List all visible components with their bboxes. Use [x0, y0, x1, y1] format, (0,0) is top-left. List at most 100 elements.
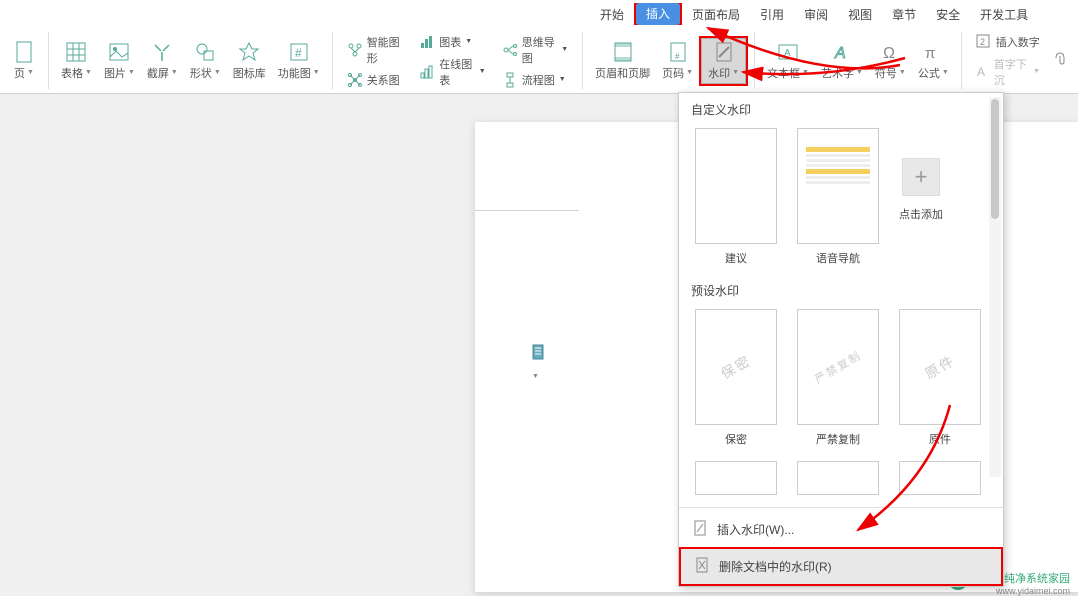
textbox-icon: A	[777, 41, 799, 63]
menu-section[interactable]: 章节	[882, 2, 926, 27]
symbol-button[interactable]: Ω 符号▼	[869, 39, 912, 83]
svg-text:2: 2	[980, 37, 985, 47]
page-margin-corner	[475, 210, 579, 340]
textbox-button[interactable]: A 文本框▼	[761, 39, 815, 83]
page-number-icon: #	[667, 41, 689, 63]
equation-button[interactable]: π 公式▼	[912, 39, 955, 83]
relation-label: 关系图	[367, 72, 400, 88]
drop-cap-icon: A	[976, 64, 990, 80]
mindmap-icon	[502, 42, 518, 58]
table-icon	[65, 41, 87, 63]
wm-preview-text-1: 保密	[717, 350, 755, 383]
doc-preview-thumb	[798, 129, 878, 243]
icons-button[interactable]: 图标库	[227, 39, 272, 83]
online-chart-label: 在线图表	[439, 56, 474, 88]
insert-watermark-menu-item[interactable]: 插入水印(W)...	[679, 512, 1003, 547]
menu-security[interactable]: 安全	[926, 2, 970, 27]
table-label: 表格	[61, 65, 83, 81]
attachment-icon[interactable]	[1048, 50, 1072, 71]
add-custom-wm-label: 点击添加	[899, 206, 943, 222]
chart-icon	[419, 34, 435, 50]
page-number-button[interactable]: # 页码▼	[656, 39, 699, 83]
shapes-label: 形状	[190, 65, 212, 81]
picture-label: 图片	[104, 65, 126, 81]
insert-number-button[interactable]: 2插入数字	[972, 32, 1044, 52]
function-icon: #	[288, 41, 310, 63]
mindmap-button[interactable]: 思维导图▼	[498, 32, 572, 68]
menu-page-layout[interactable]: 页面布局	[682, 2, 750, 27]
chart-button[interactable]: 图表▼	[415, 32, 489, 52]
wordart-label: 艺术字	[821, 65, 854, 81]
flowchart-button[interactable]: 流程图▼	[498, 70, 572, 90]
online-chart-button[interactable]: 在线图表▼	[415, 54, 489, 90]
relation-button[interactable]: 关系图	[343, 70, 408, 90]
menu-devtools[interactable]: 开发工具	[970, 2, 1038, 27]
custom-wm-thumb-1[interactable]	[695, 128, 777, 244]
preset-wm-label-3: 原件	[929, 431, 951, 447]
shapes-button[interactable]: 形状▼	[184, 39, 227, 83]
function-label: 功能图	[278, 65, 311, 81]
iconlib-icon	[238, 41, 260, 63]
svg-text:Ω: Ω	[883, 45, 895, 62]
wordart-icon: A	[831, 41, 853, 63]
page-dropdown-button[interactable]: 页▼	[6, 39, 42, 83]
screenshot-button[interactable]: 截屏▼	[141, 39, 184, 83]
svg-text:A: A	[977, 65, 985, 78]
smartart-button[interactable]: 智能图形	[343, 32, 408, 68]
menu-insert[interactable]: 插入	[636, 3, 680, 25]
remove-wm-icon	[695, 557, 711, 576]
footer-brand: 纯净系统家园	[1004, 570, 1070, 586]
wordart-button[interactable]: A 艺术字▼	[815, 39, 869, 83]
dropdown-scrollbar[interactable]	[989, 97, 1001, 477]
relation-icon	[347, 72, 363, 88]
screenshot-label: 截屏	[147, 65, 169, 81]
preset-wm-thumb-2[interactable]: 严禁复制	[797, 309, 879, 425]
preset-wm-thumb-3[interactable]: 原件	[899, 309, 981, 425]
add-custom-wm-button[interactable]: +	[902, 158, 940, 196]
smartart-label: 智能图形	[367, 34, 404, 66]
watermark-dropdown: 自定义水印 建议 语音导航 + 点击添加 预设水印 保密 保密 严禁复制 严禁复…	[678, 92, 1004, 587]
watermark-button[interactable]: 水印▼	[701, 38, 746, 84]
watermark-label: 水印	[708, 65, 730, 81]
custom-wm-thumb-2[interactable]	[797, 128, 879, 244]
table-button[interactable]: 表格▼	[55, 39, 98, 83]
page-number-label: 页码	[662, 65, 684, 81]
menu-view[interactable]: 视图	[838, 2, 882, 27]
watermark-icon	[713, 41, 735, 63]
menubar: 开始 插入 页面布局 引用 审阅 视图 章节 安全 开发工具	[0, 0, 1078, 28]
svg-text:#: #	[675, 52, 680, 61]
preset-wm-thumb-5[interactable]	[797, 461, 879, 495]
custom-watermark-title: 自定义水印	[679, 93, 1003, 122]
insert-wm-label: 插入水印(W)...	[717, 521, 794, 538]
header-footer-label: 页眉和页脚	[595, 65, 650, 81]
symbol-icon: Ω	[879, 41, 901, 63]
drop-cap-label: 首字下沉	[994, 56, 1029, 88]
watermark-highlight: 水印▼	[699, 36, 748, 86]
remove-wm-highlight: 删除文档中的水印(R)	[679, 547, 1003, 586]
drop-cap-button[interactable]: A首字下沉▼	[972, 54, 1044, 90]
menu-references[interactable]: 引用	[750, 2, 794, 27]
symbol-label: 符号	[875, 65, 897, 81]
textbox-label: 文本框	[767, 65, 800, 81]
menu-review[interactable]: 审阅	[794, 2, 838, 27]
remove-watermark-menu-item[interactable]: 删除文档中的水印(R)	[681, 549, 1001, 584]
preset-watermark-title: 预设水印	[679, 274, 1003, 303]
equation-icon: π	[922, 41, 944, 63]
chart-label: 图表	[439, 34, 461, 50]
flowchart-label: 流程图	[522, 72, 555, 88]
menu-start[interactable]: 开始	[590, 2, 634, 27]
preset-wm-thumb-6[interactable]	[899, 461, 981, 495]
screenshot-icon	[151, 41, 173, 63]
picture-button[interactable]: 图片▼	[98, 39, 141, 83]
insert-number-icon: 2	[976, 34, 992, 50]
page-options-icon[interactable]: ▼	[532, 344, 546, 360]
remove-wm-label: 删除文档中的水印(R)	[719, 558, 832, 575]
header-footer-button[interactable]: 页眉和页脚	[589, 39, 656, 83]
wm-preview-text-2: 严禁复制	[811, 347, 864, 387]
preset-wm-label-2: 严禁复制	[816, 431, 860, 447]
flowchart-icon	[502, 72, 518, 88]
preset-wm-thumb-1[interactable]: 保密	[695, 309, 777, 425]
svg-text:A: A	[834, 45, 846, 62]
preset-wm-thumb-4[interactable]	[695, 461, 777, 495]
function-button[interactable]: # 功能图▼	[272, 39, 326, 83]
